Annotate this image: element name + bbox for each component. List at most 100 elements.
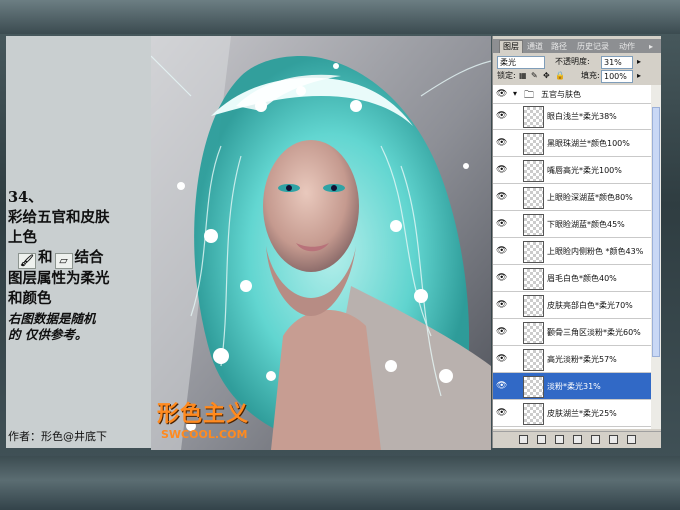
lock-position-icon[interactable]: ✥ [543, 69, 550, 82]
layer-mask-icon[interactable] [555, 435, 564, 444]
layer-row[interactable]: 👁 皮肤湖兰*柔光25% [493, 400, 651, 427]
layer-thumbnail [523, 106, 544, 128]
tab-layers[interactable]: 图层 [499, 40, 523, 53]
step-line: 图层属性为柔光 [8, 270, 110, 287]
fill-label: 填充: [581, 71, 600, 80]
panel-menu-icon[interactable]: ▸ [649, 41, 653, 53]
layer-row[interactable]: 👁 眉毛白色*颜色40% [493, 265, 651, 292]
layer-row[interactable]: 👁 高光淡粉*柔光57% [493, 346, 651, 373]
layer-name: 高光淡粉*柔光57% [547, 355, 617, 364]
note-line: 右图数据是随机 [8, 311, 96, 326]
visibility-eye-icon[interactable]: 👁 [496, 381, 507, 391]
layer-name: 下眼睑湖蓝*颜色45% [547, 220, 625, 229]
note: 右图数据是随机 的 仅供参考。 [8, 311, 148, 343]
tab-channels[interactable]: 通道 [527, 41, 543, 53]
fill-slider-icon[interactable]: ▸ [637, 69, 641, 82]
tool-combine: 结合 [74, 249, 104, 266]
link-layers-icon[interactable] [519, 435, 528, 444]
layer-name: 眉毛白色*颜色40% [547, 274, 617, 283]
instruction-text: 34、 彩给五官和皮肤 上色 🖌 和 ▱ 结合 图层属性为柔光 和颜色 右图数据是随机… [8, 188, 148, 343]
author-credit: 作者：形色@井底下 [8, 430, 107, 443]
visibility-eye-icon[interactable]: 👁 [496, 138, 507, 148]
lock-transparency-icon[interactable]: ▦ [519, 69, 527, 82]
visibility-eye-icon[interactable]: 👁 [496, 111, 507, 121]
visibility-eye-icon[interactable]: 👁 [496, 300, 507, 310]
tab-actions[interactable]: 动作 [619, 41, 635, 53]
layer-name: 颧骨三角区淡粉*柔光60% [547, 328, 641, 337]
visibility-eye-icon[interactable]: 👁 [496, 327, 507, 337]
group-expand-icon[interactable]: ▾ [513, 89, 517, 98]
layer-row[interactable]: 👁 淡粉*柔光31% [493, 373, 651, 400]
blend-options: 柔光 不透明度: 31% ▸ [495, 55, 659, 69]
top-bar [0, 0, 680, 34]
lock-pixels-icon[interactable]: ✎ [531, 69, 538, 82]
new-group-icon[interactable] [591, 435, 600, 444]
eraser-icon: ▱ [54, 253, 73, 269]
opacity-label: 不透明度: [555, 57, 590, 66]
visibility-eye-icon[interactable]: 👁 [496, 354, 507, 364]
tab-paths[interactable]: 路径 [551, 41, 567, 53]
layer-list: 👁 ▾ 🗀 五官与肤色 👁 眼白浅兰*柔光38% 👁 黑眼珠湖兰*颜色100% 👁 嘴唇高… [493, 85, 651, 429]
layer-name: 皮肤湖兰*柔光25% [547, 409, 617, 418]
layer-thumbnail [523, 187, 544, 209]
layer-row[interactable]: 👁 眼白浅兰*柔光38% [493, 103, 651, 130]
layer-thumbnail [523, 295, 544, 317]
layer-name: 上眼睑深湖蓝*颜色80% [547, 193, 633, 202]
layer-row[interactable]: 👁 嘴唇高光*柔光100% [493, 157, 651, 184]
artwork-image: 形色主义 SWCOOL.COM [151, 36, 491, 450]
note-line: 的 仅供参考。 [8, 327, 88, 342]
step-line: 上色 [8, 229, 37, 246]
tab-history[interactable]: 历史记录 [577, 41, 609, 53]
new-layer-icon[interactable] [609, 435, 618, 444]
layer-row[interactable]: 👁 颧骨三角区淡粉*柔光60% [493, 319, 651, 346]
opacity-slider-icon[interactable]: ▸ [637, 55, 641, 68]
delete-layer-icon[interactable] [627, 435, 636, 444]
layer-row[interactable]: 👁 黑眼珠湖兰*颜色100% [493, 130, 651, 157]
lock-label: 锁定: [497, 71, 516, 80]
layer-thumbnail [523, 322, 544, 344]
visibility-eye-icon[interactable]: 👁 [496, 219, 507, 229]
opacity-field[interactable]: 31% [601, 56, 633, 69]
layer-name: 皮肤亮部白色*柔光70% [547, 301, 633, 310]
layer-thumbnail [523, 133, 544, 155]
visibility-eye-icon[interactable]: 👁 [496, 165, 507, 175]
layer-thumbnail [523, 268, 544, 290]
layer-group[interactable]: 👁 ▾ 🗀 五官与肤色 [493, 85, 651, 104]
adjustment-layer-icon[interactable] [573, 435, 582, 444]
scrollbar-thumb[interactable] [652, 107, 660, 357]
visibility-eye-icon[interactable]: 👁 [496, 408, 507, 418]
panel-bottom-toolbar [493, 431, 661, 448]
layer-row[interactable]: 👁 上眼睑内侧粉色 *颜色43% [493, 238, 651, 265]
visibility-eye-icon[interactable]: 👁 [496, 192, 507, 202]
layer-thumbnail [523, 376, 544, 398]
watermark-logo: 形色主义 [157, 402, 250, 427]
blend-mode-select[interactable]: 柔光 [497, 56, 545, 69]
lock-options: 锁定: ▦ ✎ ✥ 🔒 填充: 100% ▸ [495, 69, 659, 83]
layer-thumbnail [523, 349, 544, 371]
fill-field[interactable]: 100% [601, 70, 633, 83]
layer-style-icon[interactable] [537, 435, 546, 444]
layer-scrollbar[interactable] [651, 85, 661, 429]
step-line: 和颜色 [8, 290, 52, 307]
layer-thumbnail [523, 214, 544, 236]
layer-name: 黑眼珠湖兰*颜色100% [547, 139, 630, 148]
step-line: 彩给五官和皮肤 [8, 209, 110, 226]
visibility-eye-icon[interactable]: 👁 [496, 273, 507, 283]
group-name: 五官与肤色 [541, 90, 581, 99]
visibility-eye-icon[interactable]: 👁 [496, 89, 507, 99]
layer-name: 嘴唇高光*柔光100% [547, 166, 622, 175]
step-number: 34、 [8, 189, 43, 206]
layer-row[interactable]: 👁 下眼睑湖蓝*颜色45% [493, 211, 651, 238]
layer-row[interactable]: 👁 上眼睑深湖蓝*颜色80% [493, 184, 651, 211]
watermark-site: SWCOOL.COM [161, 428, 248, 441]
tool-and: 和 [38, 249, 53, 266]
visibility-eye-icon[interactable]: 👁 [496, 246, 507, 256]
layer-name: 淡粉*柔光31% [547, 382, 601, 391]
layer-thumbnail [523, 160, 544, 182]
bottom-bar [0, 456, 680, 510]
layer-row[interactable]: 👁 皮肤亮部白色*柔光70% [493, 292, 651, 319]
layer-name: 上眼睑内侧粉色 *颜色43% [547, 247, 644, 256]
layer-thumbnail [523, 403, 544, 425]
lock-all-icon[interactable]: 🔒 [555, 69, 565, 82]
brush-icon: 🖌 [18, 253, 36, 269]
